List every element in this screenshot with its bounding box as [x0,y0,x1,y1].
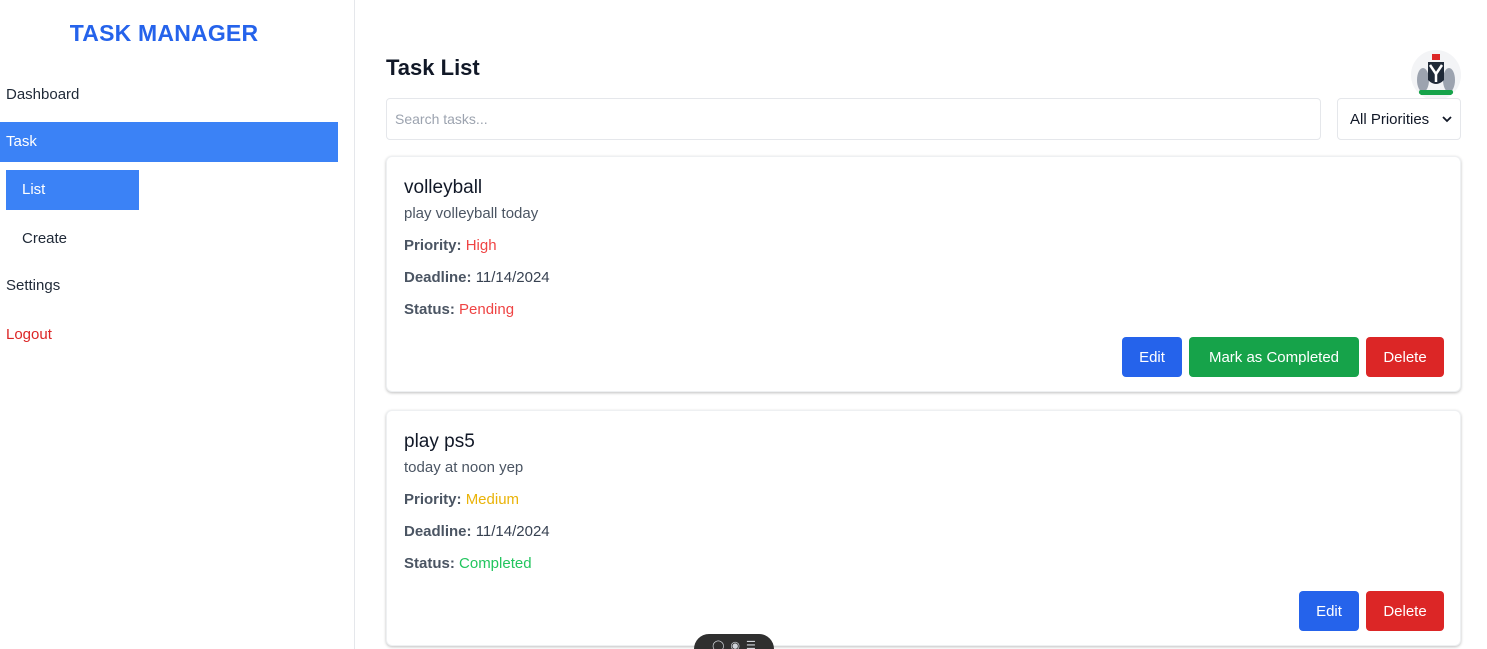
app-brand: TASK MANAGER [69,20,259,46]
task-title: play ps5 [404,431,475,452]
priority-value: Medium [465,491,520,508]
task-priority: Priority: Medium [404,491,519,508]
status-badge: Completed [459,555,532,572]
delete-button[interactable]: Delete [1366,337,1444,377]
floating-toolbar[interactable]: ◯ ◉ ☰ [694,634,774,649]
sidebar-item-task[interactable]: Task [0,122,338,162]
sidebar-subitem-create[interactable]: Create [6,219,139,259]
priority-value: High [465,237,497,254]
sidebar-item-settings[interactable]: Settings [0,266,60,306]
zoom-icon[interactable]: ◯ [712,639,724,649]
menu-icon[interactable]: ☰ [746,639,756,649]
coat-of-arms-icon [1411,50,1461,100]
deadline-label: Deadline: [404,523,472,540]
main-content: Task List All Priorities volleyball play… [356,0,1487,649]
task-description: today at noon yep [404,459,524,476]
task-priority: Priority: High [404,237,497,254]
status-badge: Pending [459,301,515,318]
deadline-label: Deadline: [404,269,472,286]
task-status: Status: Pending [404,301,514,318]
sidebar-subitem-list[interactable]: List [6,170,139,210]
priority-label: Priority: [404,491,462,508]
status-label: Status: [404,555,455,572]
priority-filter-select[interactable]: All Priorities [1337,98,1461,140]
task-deadline: Deadline: 11/14/2024 [404,269,550,286]
task-status: Status: Completed [404,555,532,572]
page-title: Task List [386,55,480,80]
sidebar-item-dashboard[interactable]: Dashboard [0,75,79,115]
delete-button[interactable]: Delete [1366,591,1444,631]
deadline-value: 11/14/2024 [475,269,550,286]
task-description: play volleyball today [404,205,539,222]
priority-label: Priority: [404,237,462,254]
task-card: volleyball play volleyball today Priorit… [386,156,1461,392]
sidebar-item-logout[interactable]: Logout [0,315,52,355]
status-label: Status: [404,301,455,318]
deadline-value: 11/14/2024 [475,523,550,540]
search-input[interactable] [386,98,1321,140]
task-card: play ps5 today at noon yep Priority: Med… [386,410,1461,646]
sidebar: TASK MANAGER Dashboard Task List Create … [0,0,355,649]
chevron-down-icon [1442,115,1452,122]
task-title: volleyball [404,177,483,198]
edit-button[interactable]: Edit [1299,591,1359,631]
edit-button[interactable]: Edit [1122,337,1182,377]
priority-filter-value: All Priorities [1350,110,1430,128]
task-deadline: Deadline: 11/14/2024 [404,523,550,540]
settings-icon[interactable]: ◉ [730,639,740,649]
mark-completed-button[interactable]: Mark as Completed [1189,337,1359,377]
avatar[interactable] [1411,50,1461,100]
